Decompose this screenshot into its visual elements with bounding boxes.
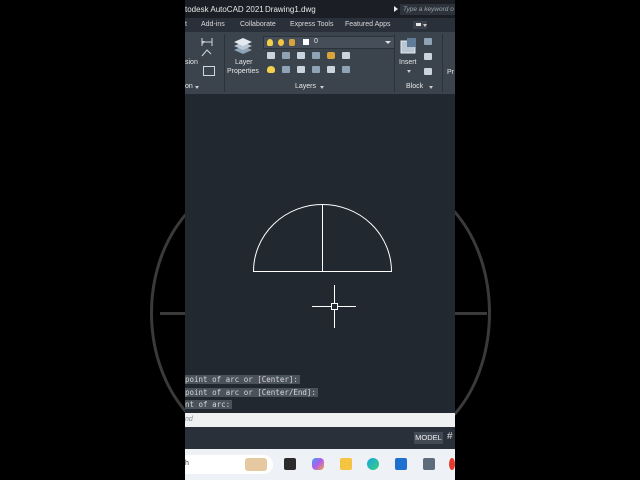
store-icon[interactable] — [395, 458, 407, 470]
layer-tool-icon[interactable] — [312, 66, 320, 73]
search-input[interactable]: Type a keyword o — [400, 4, 455, 15]
properties-partial-label: Pr — [447, 69, 454, 76]
layer-tool-icon[interactable] — [312, 52, 320, 59]
command-history-line: nt of arc: — [185, 400, 233, 409]
tab-featured-apps[interactable]: Featured Apps — [345, 21, 391, 28]
layer-lock-icon[interactable] — [327, 52, 335, 59]
model-space-button[interactable]: MODEL — [414, 432, 443, 444]
windows-taskbar: h — [185, 449, 455, 480]
layer-properties-icon[interactable] — [232, 36, 254, 56]
layer-color-swatch — [303, 39, 309, 45]
ribbon-panel: sion on Layer Properties 0 Layers Insert… — [185, 32, 455, 94]
tab-express-tools[interactable]: Express Tools — [290, 21, 333, 28]
sun-icon — [278, 39, 284, 46]
edge-browser-icon[interactable] — [367, 458, 379, 470]
tab-collaborate[interactable]: Collaborate — [240, 21, 276, 28]
current-layer-name: 0 — [314, 38, 318, 45]
taskbar-search-text: h — [185, 460, 189, 467]
chrome-icon[interactable] — [449, 458, 455, 470]
status-bar: MODEL # — [185, 427, 455, 449]
create-block-icon[interactable] — [424, 38, 432, 45]
layer-tool-icon[interactable] — [267, 52, 275, 59]
layer-tool-icon[interactable] — [297, 52, 305, 59]
command-input[interactable]: nd — [185, 413, 455, 427]
table-icon[interactable] — [203, 66, 215, 76]
dimension-label: sion — [185, 59, 198, 66]
ribbon-tab-bar: t Add-ins Collaborate Express Tools Feat… — [185, 18, 455, 32]
autocad-window: todesk AutoCAD 2021 Drawing1.dwg Type a … — [185, 0, 455, 480]
search-highlight-icon — [245, 458, 267, 471]
insert-label[interactable]: Insert — [399, 59, 417, 66]
bulb-icon — [267, 39, 273, 46]
layers-panel-title[interactable]: Layers — [295, 83, 316, 90]
block-panel-title[interactable]: Block — [406, 83, 423, 90]
document-name: Drawing1.dwg — [265, 5, 316, 14]
drawing-canvas[interactable] — [185, 94, 455, 414]
ribbon-display-toggle-icon[interactable] — [413, 21, 427, 29]
tab-partial[interactable]: t — [185, 21, 187, 28]
play-arrow-icon[interactable] — [394, 6, 398, 12]
layer-bulb-icon[interactable] — [267, 66, 275, 73]
lock-icon — [289, 39, 295, 46]
task-view-icon[interactable] — [284, 458, 296, 470]
copilot-icon[interactable] — [312, 458, 324, 470]
title-bar: todesk AutoCAD 2021 Drawing1.dwg Type a … — [185, 0, 455, 18]
tab-add-ins[interactable]: Add-ins — [201, 21, 225, 28]
left-blur-panel — [0, 0, 185, 480]
taskbar-search[interactable]: h — [185, 455, 273, 474]
command-history-line: point of arc or [Center]: — [185, 375, 300, 384]
layer-dropdown[interactable]: 0 — [263, 36, 395, 49]
layer-tool-icon[interactable] — [342, 52, 350, 59]
command-history-line: point of arc or [Center/End]: — [185, 387, 318, 397]
camera-icon[interactable] — [423, 458, 435, 470]
layer-properties-label-2: Properties — [227, 68, 259, 75]
layer-tool-icon[interactable] — [282, 66, 290, 73]
layer-tool-icon[interactable] — [327, 66, 335, 73]
edit-block-icon[interactable] — [424, 53, 432, 60]
app-title: todesk AutoCAD 2021 — [185, 5, 264, 14]
command-input-placeholder: nd — [185, 416, 193, 423]
layer-tool-icon[interactable] — [342, 66, 350, 73]
layer-tool-icon[interactable] — [282, 52, 290, 59]
chevron-down-icon — [385, 41, 391, 44]
annotation-panel-title[interactable]: on — [185, 83, 193, 90]
command-history: point of arc or [Center]: point of arc o… — [185, 374, 455, 412]
layer-tool-icon[interactable] — [297, 66, 305, 73]
crosshair-cursor — [312, 285, 356, 328]
layer-properties-label-1: Layer — [235, 59, 253, 66]
insert-icon[interactable] — [399, 37, 419, 57]
file-explorer-icon[interactable] — [340, 458, 352, 470]
block-attribute-icon[interactable] — [424, 68, 432, 75]
drawing-svg — [252, 204, 393, 328]
dimension-icon[interactable] — [199, 36, 219, 60]
grid-toggle-icon[interactable]: # — [447, 431, 453, 442]
right-blur-panel — [455, 0, 640, 480]
